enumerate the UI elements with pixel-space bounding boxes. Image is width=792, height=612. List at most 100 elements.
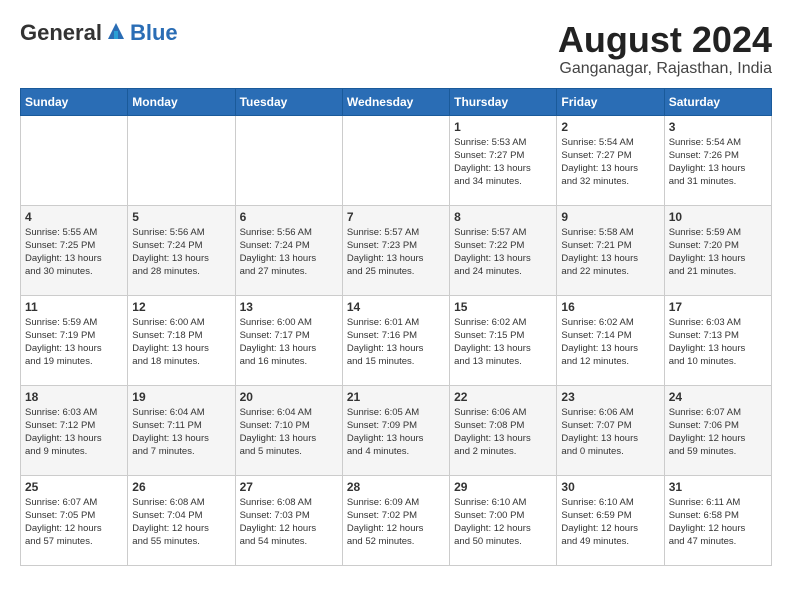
day-number: 12: [132, 300, 230, 314]
calendar-cell: 26Sunrise: 6:08 AM Sunset: 7:04 PM Dayli…: [128, 475, 235, 565]
page-header: General Blue August 2024 Ganganagar, Raj…: [20, 20, 772, 78]
calendar-cell: 14 Sunrise: 6:01 AM Sunset: 7:16 PM Dayli…: [342, 295, 449, 385]
page-title: August 2024: [558, 20, 772, 60]
weekday-header: Monday: [128, 88, 235, 115]
logo-general: General: [20, 20, 102, 46]
calendar-cell: 11 Sunrise: 5:59 AM Sunset: 7:19 PM Dayli…: [21, 295, 128, 385]
weekday-header: Friday: [557, 88, 664, 115]
day-number: 18: [25, 390, 123, 404]
day-content: Sunrise: 6:04 AM Sunset: 7:10 PM Dayligh…: [240, 406, 338, 459]
day-content: Sunrise: 6:07 AM Sunset: 7:05 PM Dayligh…: [25, 496, 123, 549]
day-number: 6: [240, 210, 338, 224]
day-number: 9: [561, 210, 659, 224]
day-content: Sunrise: 6:00 AM Sunset: 7:18 PM Dayligh…: [132, 316, 230, 369]
calendar-cell: 19Sunrise: 6:04 AM Sunset: 7:11 PM Dayli…: [128, 385, 235, 475]
calendar-cell: 15 Sunrise: 6:02 AM Sunset: 7:15 PM Dayli…: [450, 295, 557, 385]
calendar-cell: 23 Sunrise: 6:06 AM Sunset: 7:07 PM Dayli…: [557, 385, 664, 475]
day-content: Sunrise: 5:54 AM Sunset: 7:27 PM Dayligh…: [561, 136, 659, 189]
day-number: 17: [669, 300, 767, 314]
day-number: 13: [240, 300, 338, 314]
day-number: 11: [25, 300, 123, 314]
calendar-cell: 16 Sunrise: 6:02 AM Sunset: 7:14 PM Dayli…: [557, 295, 664, 385]
day-number: 30: [561, 480, 659, 494]
weekday-header-row: SundayMondayTuesdayWednesdayThursdayFrid…: [21, 88, 772, 115]
calendar-table: SundayMondayTuesdayWednesdayThursdayFrid…: [20, 88, 772, 566]
calendar-cell: 30 Sunrise: 6:10 AM Sunset: 6:59 PM Dayli…: [557, 475, 664, 565]
day-number: 10: [669, 210, 767, 224]
day-content: Sunrise: 6:02 AM Sunset: 7:15 PM Dayligh…: [454, 316, 552, 369]
day-content: Sunrise: 6:08 AM Sunset: 7:03 PM Dayligh…: [240, 496, 338, 549]
calendar-cell: 27 Sunrise: 6:08 AM Sunset: 7:03 PM Dayli…: [235, 475, 342, 565]
logo-icon: [104, 21, 128, 45]
weekday-header: Wednesday: [342, 88, 449, 115]
day-number: 3: [669, 120, 767, 134]
day-content: Sunrise: 6:03 AM Sunset: 7:12 PM Dayligh…: [25, 406, 123, 459]
logo-blue: Blue: [130, 20, 178, 46]
weekday-header: Tuesday: [235, 88, 342, 115]
day-number: 25: [25, 480, 123, 494]
page-subtitle: Ganganagar, Rajasthan, India: [558, 60, 772, 78]
day-number: 5: [132, 210, 230, 224]
day-content: Sunrise: 5:54 AM Sunset: 7:26 PM Dayligh…: [669, 136, 767, 189]
calendar-cell: 12 Sunrise: 6:00 AM Sunset: 7:18 PM Dayli…: [128, 295, 235, 385]
day-content: Sunrise: 6:10 AM Sunset: 7:00 PM Dayligh…: [454, 496, 552, 549]
title-block: August 2024 Ganganagar, Rajasthan, India: [558, 20, 772, 78]
day-number: 1: [454, 120, 552, 134]
day-content: Sunrise: 5:55 AM Sunset: 7:25 PM Dayligh…: [25, 226, 123, 279]
day-number: 29: [454, 480, 552, 494]
calendar-cell: 3 Sunrise: 5:54 AM Sunset: 7:26 PM Daylig…: [664, 115, 771, 205]
day-content: Sunrise: 6:02 AM Sunset: 7:14 PM Dayligh…: [561, 316, 659, 369]
day-content: Sunrise: 6:05 AM Sunset: 7:09 PM Dayligh…: [347, 406, 445, 459]
day-content: Sunrise: 6:10 AM Sunset: 6:59 PM Dayligh…: [561, 496, 659, 549]
weekday-header: Thursday: [450, 88, 557, 115]
calendar-cell: 4 Sunrise: 5:55 AM Sunset: 7:25 PM Daylig…: [21, 205, 128, 295]
day-number: 8: [454, 210, 552, 224]
day-number: 22: [454, 390, 552, 404]
calendar-cell: 22 Sunrise: 6:06 AM Sunset: 7:08 PM Dayli…: [450, 385, 557, 475]
calendar-week-row: 18 Sunrise: 6:03 AM Sunset: 7:12 PM Dayli…: [21, 385, 772, 475]
day-content: Sunrise: 6:00 AM Sunset: 7:17 PM Dayligh…: [240, 316, 338, 369]
calendar-cell: 9Sunrise: 5:58 AM Sunset: 7:21 PM Daylig…: [557, 205, 664, 295]
calendar-cell: [21, 115, 128, 205]
day-number: 15: [454, 300, 552, 314]
calendar-cell: 21 Sunrise: 6:05 AM Sunset: 7:09 PM Dayli…: [342, 385, 449, 475]
calendar-cell: 6 Sunrise: 5:56 AM Sunset: 7:24 PM Daylig…: [235, 205, 342, 295]
day-number: 14: [347, 300, 445, 314]
calendar-week-row: 25 Sunrise: 6:07 AM Sunset: 7:05 PM Dayli…: [21, 475, 772, 565]
day-number: 21: [347, 390, 445, 404]
day-number: 2: [561, 120, 659, 134]
day-content: Sunrise: 6:11 AM Sunset: 6:58 PM Dayligh…: [669, 496, 767, 549]
day-content: Sunrise: 6:04 AM Sunset: 7:11 PM Dayligh…: [132, 406, 230, 459]
calendar-cell: 5Sunrise: 5:56 AM Sunset: 7:24 PM Daylig…: [128, 205, 235, 295]
day-content: Sunrise: 5:59 AM Sunset: 7:20 PM Dayligh…: [669, 226, 767, 279]
calendar-cell: 24Sunrise: 6:07 AM Sunset: 7:06 PM Dayli…: [664, 385, 771, 475]
day-content: Sunrise: 5:53 AM Sunset: 7:27 PM Dayligh…: [454, 136, 552, 189]
day-number: 23: [561, 390, 659, 404]
calendar-cell: 2 Sunrise: 5:54 AM Sunset: 7:27 PM Daylig…: [557, 115, 664, 205]
day-content: Sunrise: 5:56 AM Sunset: 7:24 PM Dayligh…: [240, 226, 338, 279]
day-content: Sunrise: 6:01 AM Sunset: 7:16 PM Dayligh…: [347, 316, 445, 369]
calendar-cell: 31 Sunrise: 6:11 AM Sunset: 6:58 PM Dayli…: [664, 475, 771, 565]
day-number: 16: [561, 300, 659, 314]
day-content: Sunrise: 6:07 AM Sunset: 7:06 PM Dayligh…: [669, 406, 767, 459]
calendar-cell: 18 Sunrise: 6:03 AM Sunset: 7:12 PM Dayli…: [21, 385, 128, 475]
day-number: 7: [347, 210, 445, 224]
calendar-cell: 13 Sunrise: 6:00 AM Sunset: 7:17 PM Dayli…: [235, 295, 342, 385]
calendar-cell: 20 Sunrise: 6:04 AM Sunset: 7:10 PM Dayli…: [235, 385, 342, 475]
calendar-cell: 25 Sunrise: 6:07 AM Sunset: 7:05 PM Dayli…: [21, 475, 128, 565]
day-number: 4: [25, 210, 123, 224]
day-number: 20: [240, 390, 338, 404]
day-content: Sunrise: 6:06 AM Sunset: 7:08 PM Dayligh…: [454, 406, 552, 459]
day-content: Sunrise: 5:57 AM Sunset: 7:22 PM Dayligh…: [454, 226, 552, 279]
day-number: 31: [669, 480, 767, 494]
calendar-cell: 29 Sunrise: 6:10 AM Sunset: 7:00 PM Dayli…: [450, 475, 557, 565]
day-number: 27: [240, 480, 338, 494]
calendar-cell: 8 Sunrise: 5:57 AM Sunset: 7:22 PM Daylig…: [450, 205, 557, 295]
calendar-week-row: 4 Sunrise: 5:55 AM Sunset: 7:25 PM Daylig…: [21, 205, 772, 295]
day-content: Sunrise: 6:03 AM Sunset: 7:13 PM Dayligh…: [669, 316, 767, 369]
calendar-cell: 7Sunrise: 5:57 AM Sunset: 7:23 PM Daylig…: [342, 205, 449, 295]
calendar-cell: 17 Sunrise: 6:03 AM Sunset: 7:13 PM Dayli…: [664, 295, 771, 385]
calendar-cell: [342, 115, 449, 205]
day-content: Sunrise: 6:06 AM Sunset: 7:07 PM Dayligh…: [561, 406, 659, 459]
day-content: Sunrise: 5:59 AM Sunset: 7:19 PM Dayligh…: [25, 316, 123, 369]
